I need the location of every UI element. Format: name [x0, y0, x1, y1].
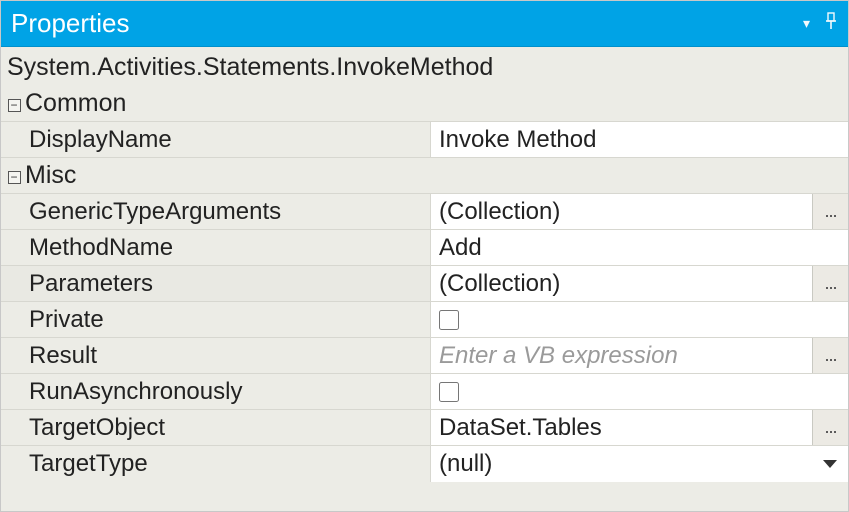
prop-label-cell: MethodName — [1, 230, 431, 265]
pin-icon[interactable] — [824, 12, 838, 35]
prop-value-cell[interactable] — [431, 374, 848, 409]
prop-label: RunAsynchronously — [29, 378, 242, 406]
prop-row-result[interactable]: Result Enter a VB expression ... — [1, 338, 848, 374]
prop-label-cell: Private — [1, 302, 431, 337]
category-label: Misc — [25, 161, 76, 190]
prop-row-targetobject[interactable]: TargetObject DataSet.Tables ... — [1, 410, 848, 446]
panel-title: Properties — [11, 8, 803, 39]
prop-value-cell[interactable]: DataSet.Tables ... — [431, 410, 848, 445]
prop-label: MethodName — [29, 234, 173, 262]
targetobject-value[interactable]: DataSet.Tables — [431, 410, 812, 445]
prop-value-cell[interactable] — [431, 302, 848, 337]
prop-label: DisplayName — [29, 126, 172, 154]
properties-panel: Properties ▾ System.Activities.Statement… — [0, 0, 849, 512]
runasync-checkbox[interactable] — [439, 382, 459, 402]
displayname-value[interactable]: Invoke Method — [431, 122, 848, 157]
chevron-down-icon — [823, 460, 837, 468]
targettype-value[interactable]: (null) — [431, 446, 812, 482]
window-position-dropdown-icon[interactable]: ▾ — [803, 15, 810, 32]
prop-label: Parameters — [29, 270, 153, 298]
prop-label-cell: DisplayName — [1, 122, 431, 157]
prop-row-runasynchronously[interactable]: RunAsynchronously — [1, 374, 848, 410]
expression-editor-button[interactable]: ... — [812, 338, 848, 373]
prop-label: Result — [29, 342, 97, 370]
type-dropdown-button[interactable] — [812, 446, 848, 482]
category-common[interactable]: − Common — [1, 86, 848, 122]
prop-row-methodname[interactable]: MethodName Add — [1, 230, 848, 266]
generictypearguments-value[interactable]: (Collection) — [431, 194, 812, 229]
result-input[interactable]: Enter a VB expression — [431, 338, 812, 373]
prop-label-cell: Parameters — [1, 266, 431, 301]
properties-titlebar: Properties ▾ — [1, 1, 848, 47]
prop-label-cell: RunAsynchronously — [1, 374, 431, 409]
category-misc[interactable]: − Misc — [1, 158, 848, 194]
prop-value-cell[interactable]: Add — [431, 230, 848, 265]
parameters-value[interactable]: (Collection) — [431, 266, 812, 301]
prop-row-parameters[interactable]: Parameters (Collection) ... — [1, 266, 848, 302]
private-checkbox[interactable] — [439, 310, 459, 330]
runasync-check-cell[interactable] — [431, 374, 848, 409]
private-check-cell[interactable] — [431, 302, 848, 337]
collection-editor-button[interactable]: ... — [812, 266, 848, 301]
prop-row-generictypearguments[interactable]: GenericTypeArguments (Collection) ... — [1, 194, 848, 230]
category-label: Common — [25, 89, 126, 118]
prop-label-cell: TargetType — [1, 446, 431, 482]
prop-value-cell[interactable]: (Collection) ... — [431, 266, 848, 301]
prop-row-private[interactable]: Private — [1, 302, 848, 338]
prop-label: TargetType — [29, 450, 148, 478]
expander-icon[interactable]: − — [3, 96, 25, 112]
prop-label: TargetObject — [29, 414, 165, 442]
prop-row-targettype[interactable]: TargetType (null) — [1, 446, 848, 482]
prop-value-cell[interactable]: (Collection) ... — [431, 194, 848, 229]
prop-value-cell[interactable]: (null) — [431, 446, 848, 482]
titlebar-controls: ▾ — [803, 12, 838, 35]
methodname-value[interactable]: Add — [431, 230, 848, 265]
prop-label-cell: Result — [1, 338, 431, 373]
prop-label: GenericTypeArguments — [29, 198, 281, 226]
prop-label: Private — [29, 306, 104, 334]
prop-label-cell: TargetObject — [1, 410, 431, 445]
expander-icon[interactable]: − — [3, 168, 25, 184]
selected-object-type: System.Activities.Statements.InvokeMetho… — [1, 47, 848, 86]
prop-value-cell[interactable]: Invoke Method — [431, 122, 848, 157]
prop-row-displayname[interactable]: DisplayName Invoke Method — [1, 122, 848, 158]
prop-value-cell[interactable]: Enter a VB expression ... — [431, 338, 848, 373]
collection-editor-button[interactable]: ... — [812, 194, 848, 229]
expression-editor-button[interactable]: ... — [812, 410, 848, 445]
prop-label-cell: GenericTypeArguments — [1, 194, 431, 229]
property-grid: − Common DisplayName Invoke Method − Mis… — [1, 86, 848, 482]
